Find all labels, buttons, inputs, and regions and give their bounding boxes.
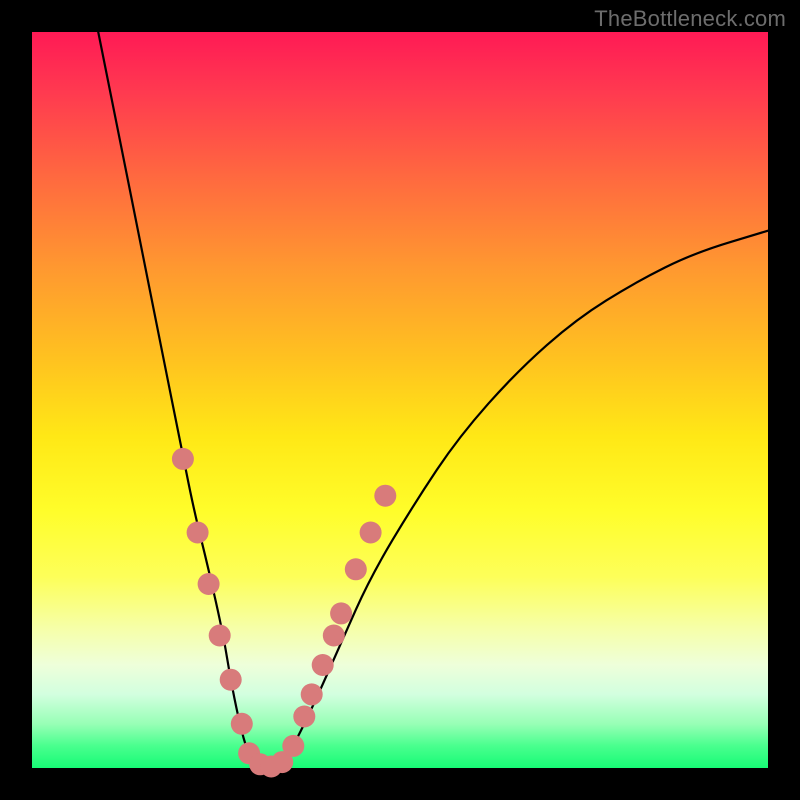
marker-dot (345, 558, 367, 580)
marker-dot (231, 713, 253, 735)
marker-dot (220, 669, 242, 691)
marker-dot (301, 683, 323, 705)
marker-dot (293, 706, 315, 728)
watermark-text: TheBottleneck.com (594, 6, 786, 32)
chart-svg (32, 32, 768, 768)
marker-dot (187, 522, 209, 544)
marker-dot (330, 602, 352, 624)
marker-dot (198, 573, 220, 595)
marker-dot (323, 625, 345, 647)
marker-dot (172, 448, 194, 470)
chart-frame: TheBottleneck.com (0, 0, 800, 800)
marker-dot (360, 522, 382, 544)
curve-line (98, 32, 768, 768)
marker-dot (312, 654, 334, 676)
plot-area (32, 32, 768, 768)
marker-dots (172, 448, 396, 778)
marker-dot (374, 485, 396, 507)
marker-dot (282, 735, 304, 757)
marker-dot (209, 625, 231, 647)
